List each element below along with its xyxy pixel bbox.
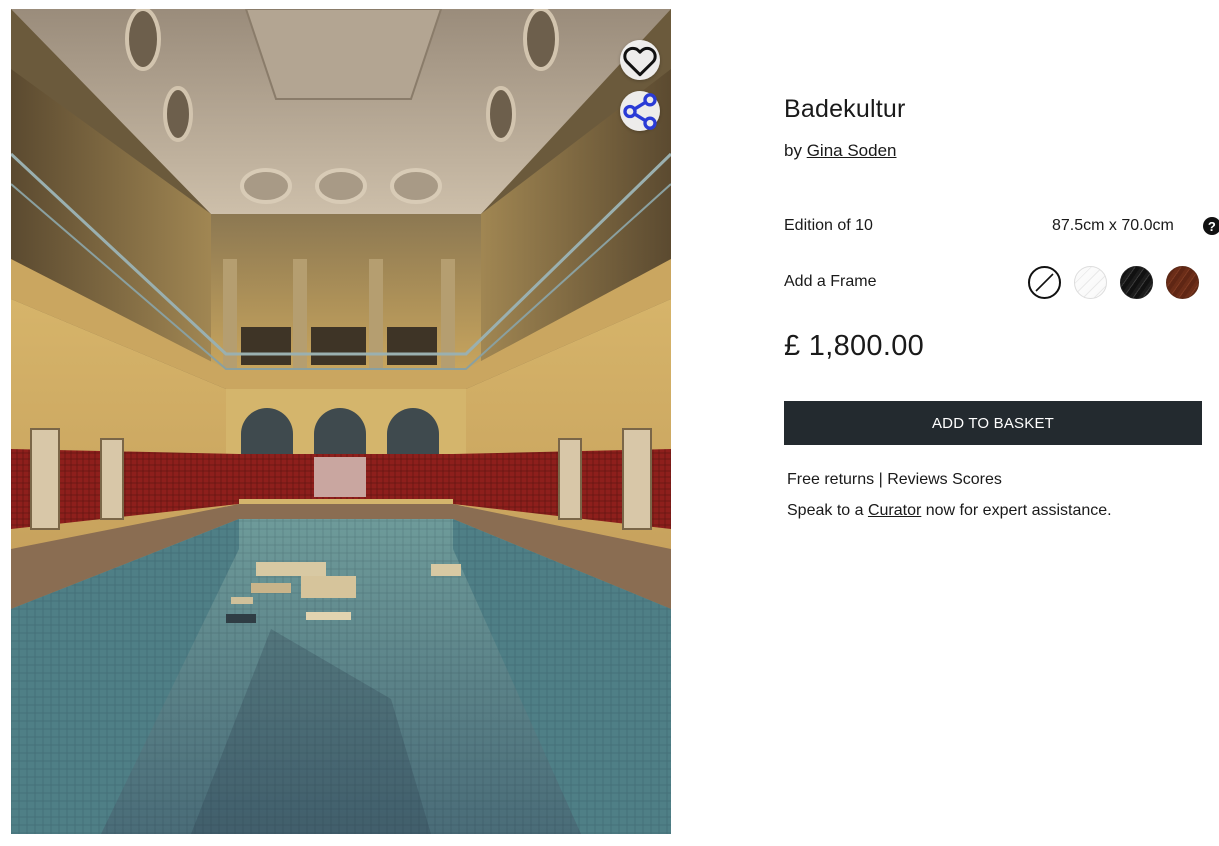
speak-suffix: now for expert assistance. [921, 502, 1112, 519]
curator-link[interactable]: Curator [868, 502, 921, 519]
artist-line: by Gina Soden [784, 141, 897, 161]
no-frame-slash-icon [1035, 273, 1054, 292]
curator-line: Speak to a Curator now for expert assist… [787, 502, 1112, 520]
artist-link[interactable]: Gina Soden [807, 141, 897, 160]
reviews-link[interactable]: Reviews Scores [887, 471, 1002, 488]
by-prefix: by [784, 141, 802, 160]
frame-option-brown[interactable] [1166, 266, 1199, 299]
artwork-illustration [11, 9, 671, 834]
speak-prefix: Speak to a [787, 502, 868, 519]
share-icon [623, 92, 657, 130]
free-returns-link[interactable]: Free returns [787, 471, 874, 488]
frame-option-black[interactable] [1120, 266, 1153, 299]
frame-label: Add a Frame [784, 273, 877, 290]
edition-info: Edition of 10 [784, 217, 873, 234]
price: £ 1,800.00 [784, 330, 925, 362]
frame-option-none[interactable] [1028, 266, 1061, 299]
size-info: 87.5cm x 70.0cm ? [1052, 217, 1219, 235]
artwork-image[interactable] [11, 9, 671, 834]
add-to-basket-button[interactable]: ADD TO BASKET [784, 401, 1202, 445]
returns-line: Free returns | Reviews Scores [787, 471, 1002, 489]
separator: | [874, 471, 888, 488]
frame-option-white[interactable] [1074, 266, 1107, 299]
size-value: 87.5cm x 70.0cm [1052, 217, 1174, 234]
size-help-icon[interactable]: ? [1202, 217, 1219, 235]
artwork-title: Badekultur [784, 95, 906, 123]
share-button[interactable] [620, 91, 660, 131]
